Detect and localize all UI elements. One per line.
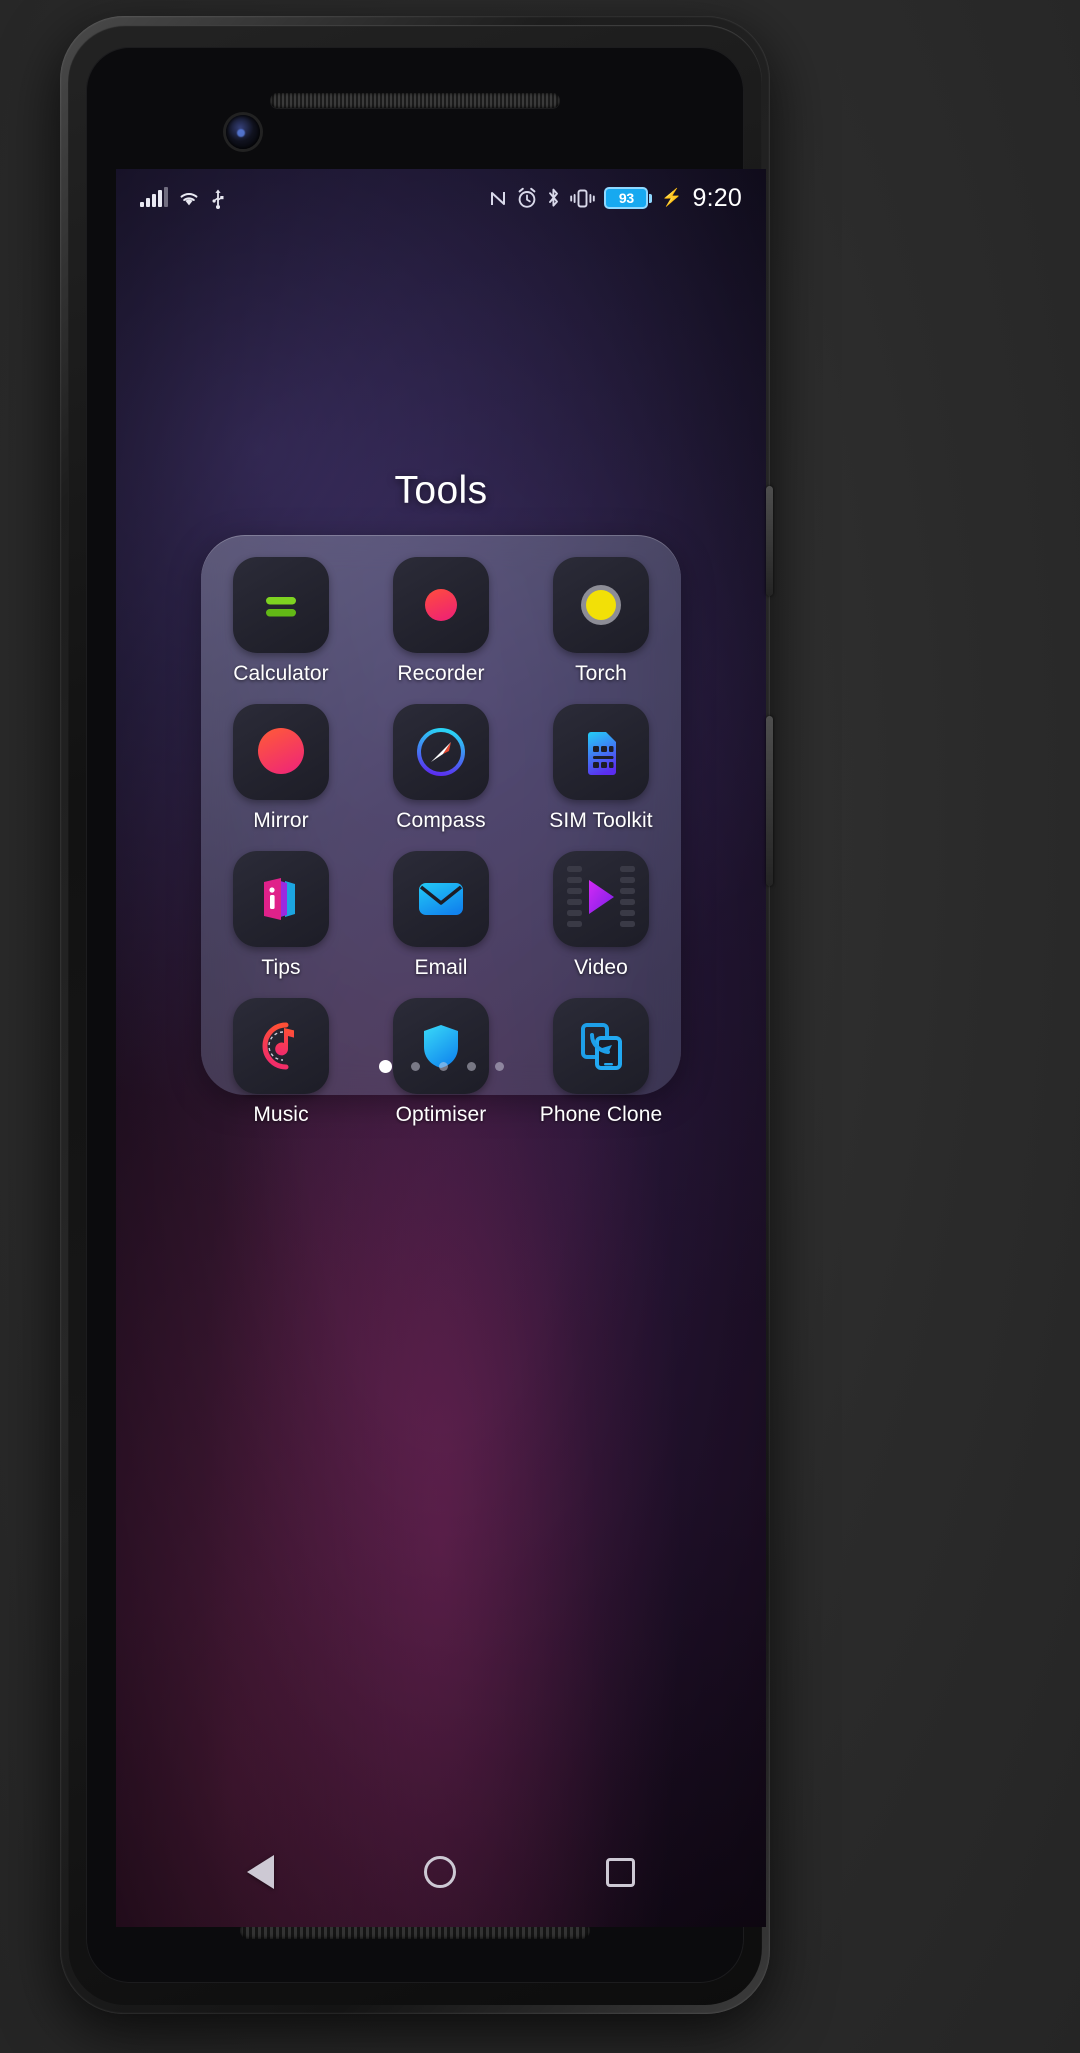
video-icon (553, 851, 649, 947)
battery-icon: 93 (604, 187, 653, 209)
app-item-recorder[interactable]: Recorder (366, 557, 516, 686)
recorder-icon (393, 557, 489, 653)
phone-device: 93 ⚡ 9:20 Tools Calculator Recorder Torc… (60, 16, 773, 2014)
app-grid: Calculator Recorder Torch Mirror Compass… (201, 557, 681, 1127)
optimiser-icon (393, 998, 489, 1094)
torch-icon (553, 557, 649, 653)
charging-bolt-icon: ⚡ (661, 188, 683, 207)
folder-title: Tools (394, 469, 488, 512)
alarm-icon (518, 187, 536, 208)
app-item-video[interactable]: Video (526, 851, 676, 980)
app-label: Torch (575, 662, 627, 685)
page-dot-2[interactable] (410, 1062, 420, 1071)
app-label: SIM Toolkit (549, 809, 653, 832)
phone-bezel: 93 ⚡ 9:20 Tools Calculator Recorder Torc… (86, 47, 766, 1983)
app-item-calculator[interactable]: Calculator (206, 557, 356, 686)
app-item-torch[interactable]: Torch (526, 557, 676, 686)
battery-level-label: 93 (618, 190, 634, 206)
front-camera-icon (226, 115, 260, 149)
home-button-icon[interactable] (424, 1856, 456, 1888)
nfc-icon (491, 191, 506, 205)
vibrate-icon (570, 189, 596, 207)
usb-icon (212, 189, 224, 209)
wifi-icon (180, 192, 198, 206)
bluetooth-icon (549, 188, 559, 207)
page-dot-4[interactable] (466, 1062, 476, 1071)
app-label: Calculator (233, 662, 329, 685)
app-item-email[interactable]: Email (366, 851, 516, 980)
camera-glint (237, 129, 245, 137)
status-bar: 93 ⚡ 9:20 (116, 169, 766, 227)
status-bar-left (140, 187, 226, 209)
mirror-icon (233, 704, 329, 800)
sim-toolkit-icon (553, 704, 649, 800)
phone-screen: 93 ⚡ 9:20 Tools Calculator Recorder Torc… (116, 169, 766, 1927)
app-item-sim-toolkit[interactable]: SIM Toolkit (526, 704, 676, 833)
app-item-compass[interactable]: Compass (366, 704, 516, 833)
tips-icon (233, 851, 329, 947)
page-indicator[interactable] (201, 1060, 681, 1073)
compass-icon (393, 704, 489, 800)
app-label: Phone Clone (539, 1103, 663, 1126)
status-bar-right: 93 ⚡ 9:20 (488, 184, 742, 213)
recents-button-icon[interactable] (606, 1857, 635, 1887)
page-dot-1[interactable] (378, 1060, 392, 1073)
calculator-icon (233, 557, 329, 653)
app-label: Mirror (253, 809, 309, 832)
app-label: Video (574, 956, 628, 979)
back-button-icon[interactable] (247, 1855, 274, 1889)
screenshot-stage: 93 ⚡ 9:20 Tools Calculator Recorder Torc… (0, 0, 1080, 2053)
signal-bars-icon (140, 187, 168, 207)
page-dot-5[interactable] (494, 1062, 504, 1071)
app-label: Optimiser (395, 1103, 487, 1126)
app-label: Tips (261, 956, 301, 979)
navigation-bar (116, 1817, 766, 1927)
app-label: Recorder (397, 662, 485, 685)
email-icon (393, 851, 489, 947)
status-bar-clock: 9:20 (692, 183, 742, 212)
volume-button[interactable] (766, 716, 773, 886)
earpiece-speaker (270, 93, 560, 108)
app-label: Email (414, 956, 468, 979)
page-dot-3[interactable] (438, 1062, 448, 1071)
music-icon (233, 998, 329, 1094)
phone-chassis: 93 ⚡ 9:20 Tools Calculator Recorder Torc… (68, 25, 766, 2005)
phone-clone-icon (553, 998, 649, 1094)
app-item-tips[interactable]: Tips (206, 851, 356, 980)
folder-panel[interactable]: Calculator Recorder Torch Mirror Compass… (201, 535, 681, 1126)
power-button[interactable] (766, 486, 773, 596)
app-item-mirror[interactable]: Mirror (206, 704, 356, 833)
app-label: Compass (396, 809, 486, 832)
app-label: Music (253, 1103, 309, 1126)
